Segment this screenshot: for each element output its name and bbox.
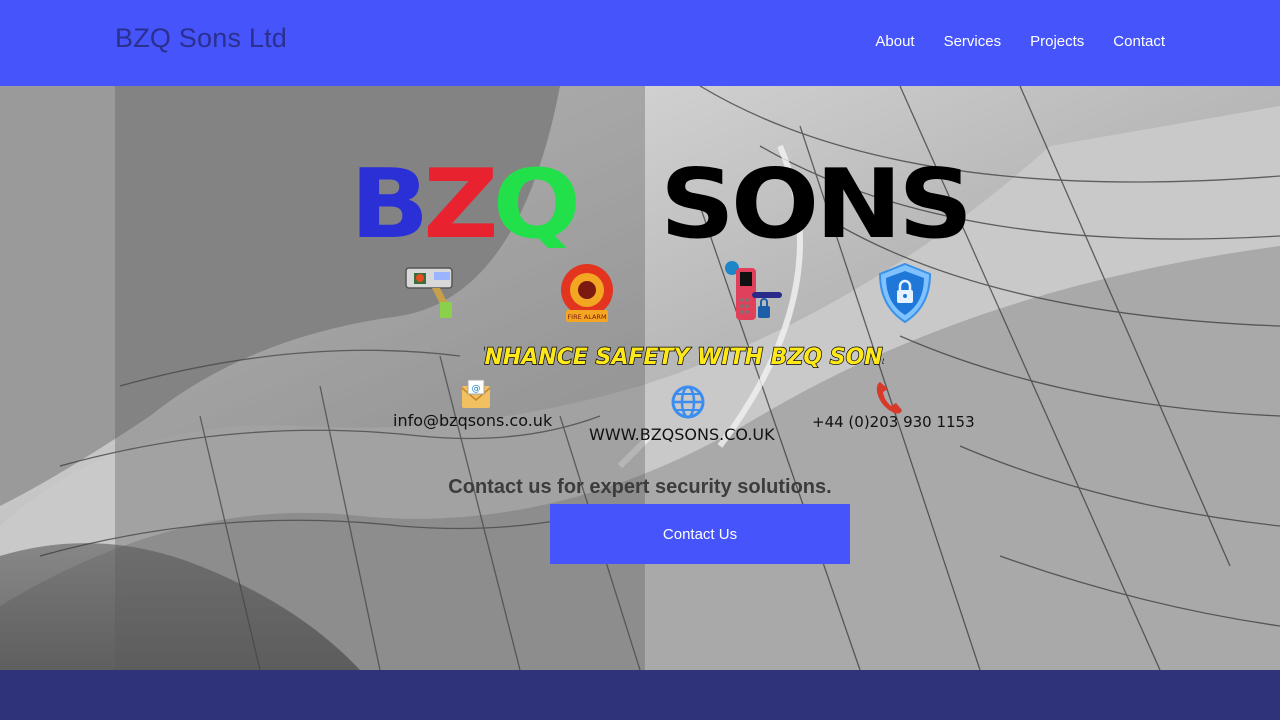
email-icon: @ — [461, 379, 491, 408]
svg-text:@: @ — [472, 384, 481, 394]
site-footer — [0, 670, 1280, 720]
nav-services[interactable]: Services — [944, 33, 1002, 50]
phone-icon — [876, 382, 902, 414]
contact-us-button[interactable]: Contact Us — [550, 504, 850, 564]
globe-icon — [671, 385, 705, 419]
hero-section: BZQ SONS FIRE ALARM ENHANCE SAFETY WITH … — [0, 86, 1280, 670]
main-nav: About Services Projects Contact — [875, 33, 1165, 50]
svg-text:ENHANCE SAFETY WITH BZQ SONS: ENHANCE SAFETY WITH BZQ SONS — [484, 345, 884, 370]
email-address[interactable]: info@bzqsons.co.uk — [393, 411, 552, 430]
smart-lock-icon — [725, 261, 782, 320]
tagline: ENHANCE SAFETY WITH BZQ SONS — [484, 344, 884, 370]
site-title[interactable]: BZQ Sons Ltd — [115, 23, 287, 54]
nav-about[interactable]: About — [875, 33, 914, 50]
svg-text:BZQ: BZQ — [350, 158, 576, 248]
phone-number[interactable]: +44 (0)203 930 1153 — [812, 413, 975, 431]
nav-projects[interactable]: Projects — [1030, 33, 1084, 50]
site-header: BZQ Sons Ltd About Services Projects Con… — [0, 0, 1280, 86]
website-address[interactable]: WWW.BZQSONS.CO.UK — [589, 425, 775, 444]
svg-text:SONS: SONS — [660, 158, 969, 248]
fire-alarm-icon: FIRE ALARM — [561, 264, 613, 322]
bzq-sons-logo: BZQ SONS — [350, 158, 973, 248]
nav-contact[interactable]: Contact — [1113, 33, 1165, 50]
fire-alarm-label: FIRE ALARM — [567, 313, 606, 321]
cta-heading: Contact us for expert security solutions… — [448, 476, 832, 498]
cctv-camera-icon — [405, 267, 453, 318]
security-shield-icon — [878, 262, 932, 324]
